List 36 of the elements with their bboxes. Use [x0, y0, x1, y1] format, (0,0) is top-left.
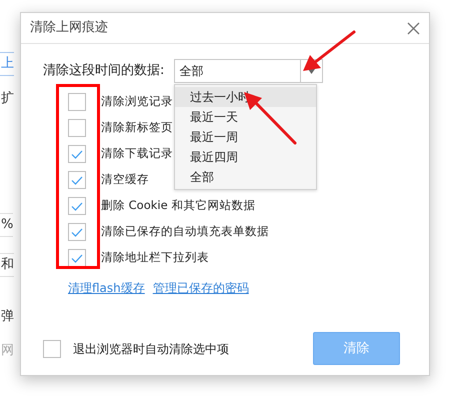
checkmark-icon [71, 228, 83, 236]
checkbox-label: 清空缓存 [101, 171, 149, 188]
link[interactable]: 清理flash缓存 [68, 279, 145, 297]
page-text: 弹 [0, 308, 14, 326]
checkmark-icon [71, 254, 83, 262]
link[interactable]: 管理已保存的密码 [152, 279, 249, 297]
checkbox-label: 清除下载记录 [101, 145, 173, 162]
checkbox[interactable] [68, 223, 86, 241]
checkbox-label: 清除已保存的自动填充表单数据 [101, 223, 269, 240]
checkbox-label: 退出浏览器时自动清除选中项 [73, 340, 229, 358]
page-text: 扩 [0, 90, 14, 108]
checkbox[interactable] [68, 145, 86, 163]
close-icon[interactable] [407, 22, 420, 34]
checkbox[interactable] [43, 340, 61, 358]
dialog-title: 清除上网痕迹 [30, 19, 108, 38]
time-range-label: 清除这段时间的数据: [43, 62, 164, 80]
checkbox[interactable] [68, 249, 86, 267]
page-field: % [0, 213, 14, 237]
page-field: 和 [0, 253, 14, 277]
checkbox[interactable] [68, 119, 86, 137]
dropdown-option[interactable]: 全部 [175, 167, 316, 187]
checkbox-label: 清除新标签页 [101, 119, 173, 136]
checkbox-label: 清除浏览记录 [101, 93, 173, 110]
checkbox-label: 清除地址栏下拉列表 [101, 249, 209, 266]
arrow-drawing [302, 30, 356, 73]
checkmark-icon [71, 176, 83, 184]
checkbox[interactable] [68, 171, 86, 189]
dropdown-option[interactable]: 最近四周 [175, 147, 316, 167]
checkbox[interactable] [68, 93, 86, 111]
dropdown-option[interactable]: 最近一天 [175, 107, 316, 127]
checkbox-label: 删除 Cookie 和其它网站数据 [101, 197, 256, 214]
checkbox[interactable] [68, 197, 86, 215]
dropdown-option[interactable]: 最近一周 [175, 127, 316, 147]
checkmark-icon [71, 150, 83, 158]
page-text: 网 [0, 342, 14, 360]
checkmark-icon [71, 202, 83, 210]
